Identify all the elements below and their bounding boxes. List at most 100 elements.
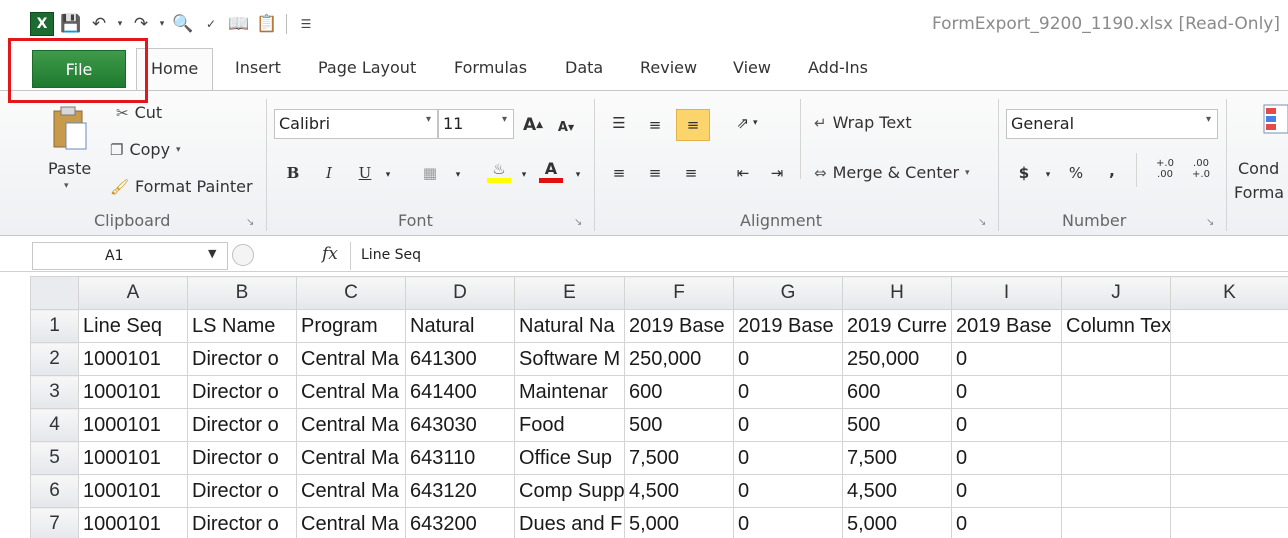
cell[interactable]: 641400 bbox=[405, 375, 515, 409]
column-header[interactable]: F bbox=[624, 276, 734, 310]
align-middle-icon[interactable]: ≡ bbox=[642, 111, 668, 139]
italic-button[interactable]: I bbox=[318, 159, 340, 187]
font-launcher-icon[interactable]: ↘ bbox=[574, 217, 582, 228]
cell[interactable]: 0 bbox=[951, 474, 1062, 508]
fill-color-dropdown-icon[interactable]: ▾ bbox=[518, 161, 530, 189]
formula-bar-handle-icon[interactable] bbox=[232, 244, 254, 266]
spelling-icon[interactable]: ✓ bbox=[200, 12, 222, 36]
font-size-combo[interactable]: 11 ▾ bbox=[438, 109, 514, 139]
tab-view[interactable]: View bbox=[733, 58, 771, 77]
column-header[interactable]: B bbox=[187, 276, 297, 310]
redo-dropdown-icon[interactable]: ▾ bbox=[158, 12, 166, 36]
cell[interactable]: Director o bbox=[187, 507, 297, 538]
underline-button[interactable]: U bbox=[354, 159, 376, 187]
cell[interactable]: 2019 Base bbox=[951, 309, 1062, 343]
cell[interactable] bbox=[1170, 375, 1288, 409]
file-tab[interactable]: File bbox=[32, 50, 126, 88]
name-box[interactable]: A1 bbox=[32, 242, 228, 270]
cell[interactable]: 5,000 bbox=[842, 507, 952, 538]
cell[interactable]: 600 bbox=[842, 375, 952, 409]
row-header[interactable]: 5 bbox=[30, 441, 79, 475]
cell[interactable]: 1000101 bbox=[78, 441, 188, 475]
cell[interactable]: Software M bbox=[514, 342, 625, 376]
column-header[interactable]: E bbox=[514, 276, 625, 310]
currency-button[interactable]: $ bbox=[1014, 159, 1034, 187]
cell[interactable]: Central Ma bbox=[296, 342, 406, 376]
cell[interactable]: 0 bbox=[733, 507, 843, 538]
column-header[interactable]: C bbox=[296, 276, 406, 310]
column-header[interactable]: H bbox=[842, 276, 952, 310]
cell[interactable]: Food bbox=[514, 408, 625, 442]
tab-data[interactable]: Data bbox=[565, 58, 603, 77]
cell[interactable]: 0 bbox=[951, 441, 1062, 475]
cell[interactable]: 0 bbox=[733, 342, 843, 376]
cell[interactable]: 4,500 bbox=[624, 474, 734, 508]
cell[interactable]: Central Ma bbox=[296, 474, 406, 508]
cell[interactable]: 0 bbox=[951, 375, 1062, 409]
number-format-combo[interactable]: General ▾ bbox=[1006, 109, 1218, 139]
cell[interactable]: Line Seq bbox=[78, 309, 188, 343]
cell[interactable]: 0 bbox=[951, 342, 1062, 376]
cell[interactable]: 500 bbox=[624, 408, 734, 442]
cell[interactable]: LS Name bbox=[187, 309, 297, 343]
conditional-formatting-icon[interactable] bbox=[1262, 103, 1288, 135]
column-header[interactable]: G bbox=[733, 276, 843, 310]
cell[interactable]: Director o bbox=[187, 375, 297, 409]
cell[interactable] bbox=[1170, 408, 1288, 442]
copy-dropdown-icon[interactable]: ▾ bbox=[176, 145, 181, 155]
tab-home[interactable]: Home bbox=[136, 48, 214, 90]
excel-logo-icon[interactable]: X bbox=[30, 12, 54, 36]
cell[interactable]: 2019 Base bbox=[624, 309, 734, 343]
cell[interactable]: 2019 Base bbox=[733, 309, 843, 343]
paste-icon[interactable] bbox=[50, 105, 90, 153]
row-header[interactable]: 4 bbox=[30, 408, 79, 442]
merge-center-button[interactable]: ⇔ Merge & Center ▾ bbox=[814, 163, 970, 182]
align-bottom-icon[interactable]: ≡ bbox=[676, 109, 710, 141]
cell[interactable]: 4,500 bbox=[842, 474, 952, 508]
cell[interactable]: 5,000 bbox=[624, 507, 734, 538]
wrap-text-button[interactable]: ↵ Wrap Text bbox=[814, 113, 912, 132]
conditional-formatting-label1[interactable]: Cond bbox=[1238, 159, 1279, 178]
tab-page-layout[interactable]: Page Layout bbox=[318, 58, 416, 77]
cell[interactable]: 641300 bbox=[405, 342, 515, 376]
paste-dropdown-icon[interactable]: ▾ bbox=[64, 181, 69, 191]
cell[interactable]: Program bbox=[296, 309, 406, 343]
row-header[interactable]: 1 bbox=[30, 309, 79, 343]
cell[interactable] bbox=[1061, 441, 1171, 475]
underline-dropdown-icon[interactable]: ▾ bbox=[382, 161, 394, 189]
cell[interactable] bbox=[1061, 507, 1171, 538]
cell[interactable] bbox=[1170, 474, 1288, 508]
cell[interactable]: Director o bbox=[187, 342, 297, 376]
borders-icon[interactable]: ▦ bbox=[418, 159, 442, 187]
align-center-icon[interactable]: ≡ bbox=[642, 159, 668, 187]
currency-dropdown-icon[interactable]: ▾ bbox=[1042, 161, 1054, 189]
cell[interactable] bbox=[1061, 408, 1171, 442]
decrease-indent-icon[interactable]: ⇤ bbox=[730, 159, 756, 187]
cell[interactable]: Director o bbox=[187, 408, 297, 442]
cut-button[interactable]: ✂ Cut bbox=[116, 103, 162, 122]
cell[interactable]: Dues and F bbox=[514, 507, 625, 538]
paste-button[interactable]: Paste bbox=[48, 159, 91, 178]
cell[interactable]: 1000101 bbox=[78, 474, 188, 508]
undo-dropdown-icon[interactable]: ▾ bbox=[116, 12, 124, 36]
cell[interactable]: 2019 Curre bbox=[842, 309, 952, 343]
cell[interactable]: 0 bbox=[733, 441, 843, 475]
cell[interactable]: 250,000 bbox=[842, 342, 952, 376]
clipboard-launcher-icon[interactable]: ↘ bbox=[246, 217, 254, 228]
cell[interactable]: 643200 bbox=[405, 507, 515, 538]
cell[interactable]: Natural Na bbox=[514, 309, 625, 343]
cell[interactable]: 250,000 bbox=[624, 342, 734, 376]
cell[interactable]: 0 bbox=[951, 507, 1062, 538]
cell[interactable] bbox=[1170, 309, 1288, 343]
percent-button[interactable]: % bbox=[1064, 159, 1088, 187]
merge-dropdown-icon[interactable]: ▾ bbox=[965, 168, 970, 178]
comma-style-button[interactable]: , bbox=[1104, 157, 1120, 185]
cell[interactable]: 1000101 bbox=[78, 375, 188, 409]
column-header[interactable]: K bbox=[1170, 276, 1288, 310]
cell[interactable]: Director o bbox=[187, 474, 297, 508]
cell[interactable]: 1000101 bbox=[78, 507, 188, 538]
cell[interactable]: Natural bbox=[405, 309, 515, 343]
cell[interactable]: 643030 bbox=[405, 408, 515, 442]
column-header[interactable]: D bbox=[405, 276, 515, 310]
borders-dropdown-icon[interactable]: ▾ bbox=[452, 161, 464, 189]
